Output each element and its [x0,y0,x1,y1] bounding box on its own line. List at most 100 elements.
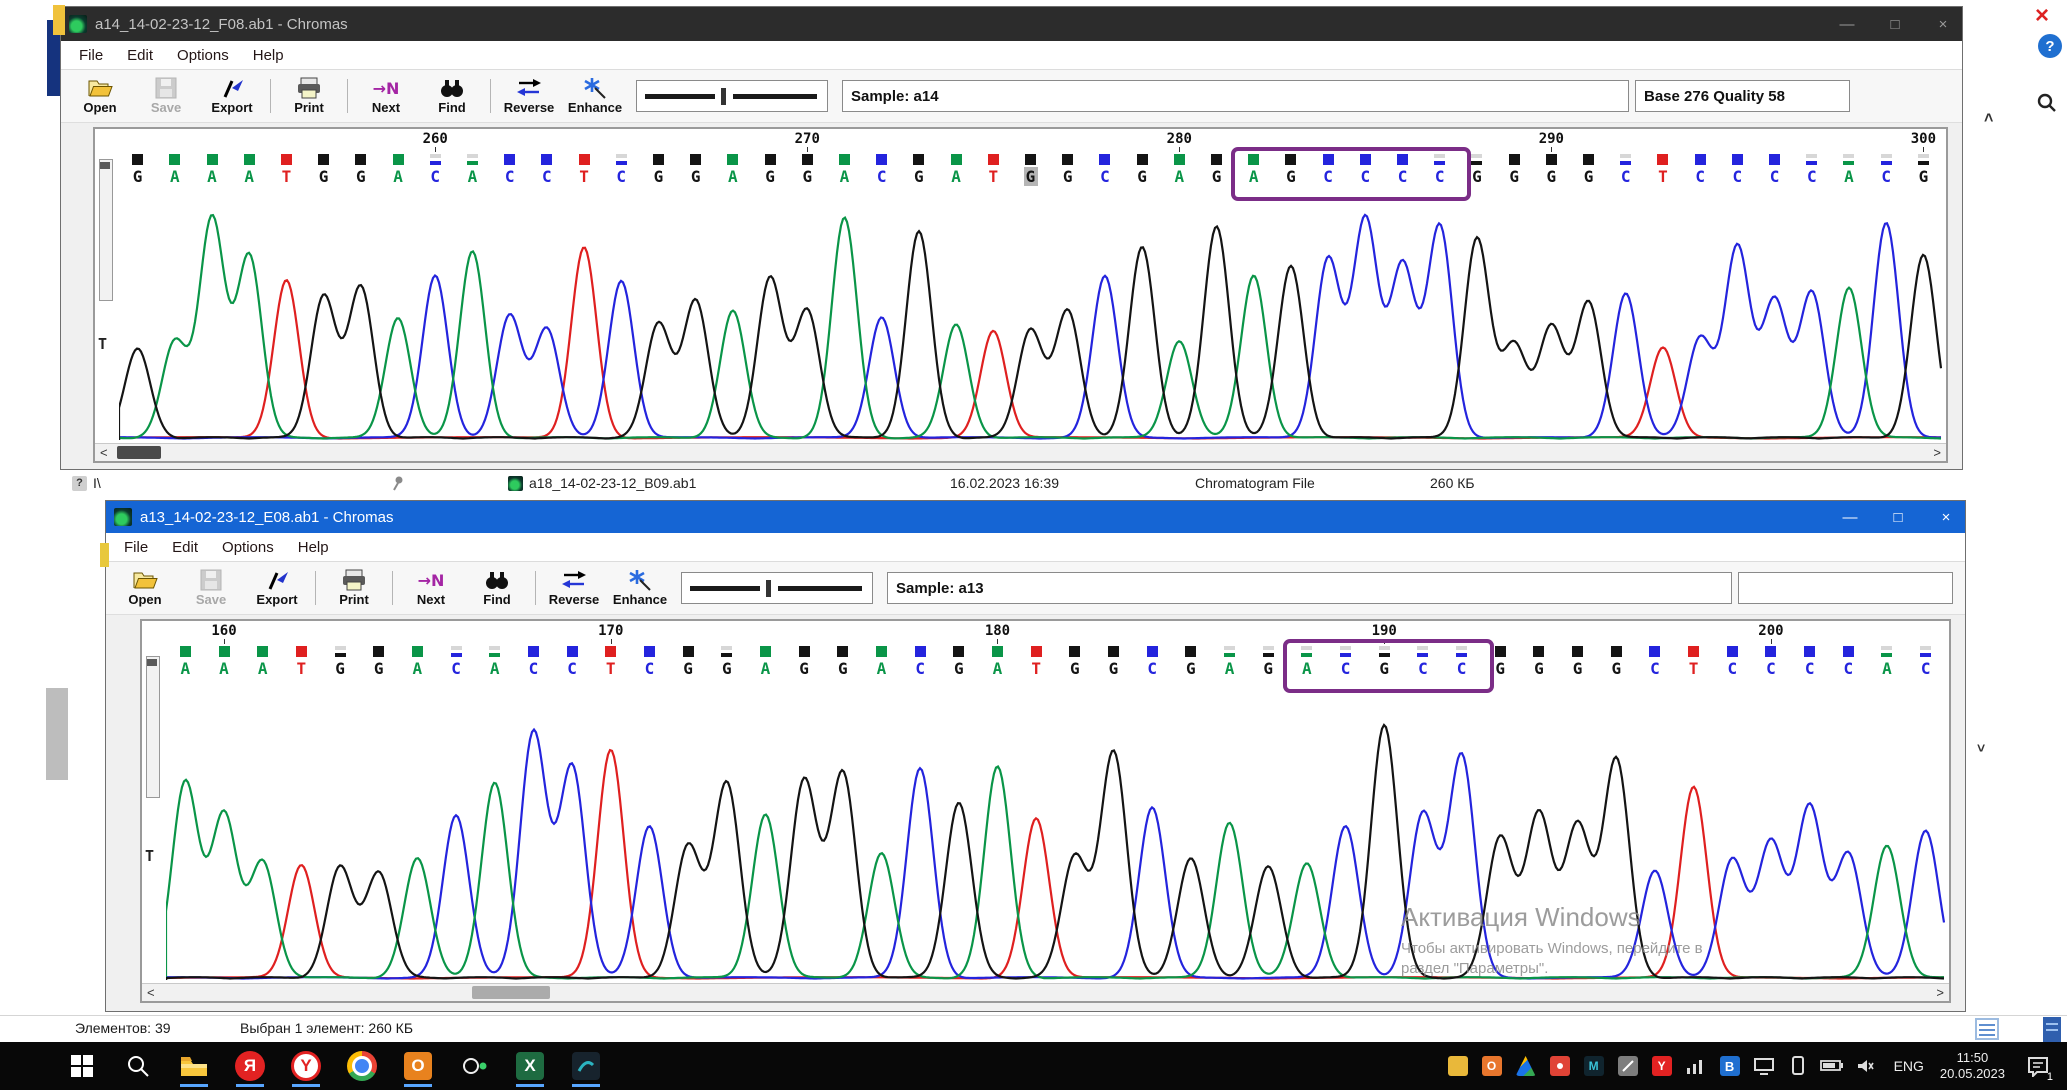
chrome-taskbar-icon[interactable] [340,1044,384,1088]
base-call-197[interactable]: C [1648,659,1662,678]
vertical-scale-slider[interactable] [146,656,160,798]
next-button[interactable]: →NNext [398,565,464,611]
base-call-161[interactable]: A [256,659,270,678]
base-call-254[interactable]: A [205,167,219,186]
find-button[interactable]: Find [464,565,530,611]
volume-tray-icon[interactable] [1854,1054,1878,1078]
print-button[interactable]: Print [321,565,387,611]
menu-edit[interactable]: Edit [115,47,165,64]
base-call-186[interactable]: A [1223,659,1237,678]
base-call-175[interactable]: G [797,659,811,678]
tether-taskbar-icon[interactable] [452,1044,496,1088]
base-call-289[interactable]: G [1507,167,1521,186]
scroll-right-icon[interactable]: > [1936,985,1944,1000]
scrollbar-thumb[interactable] [472,986,550,999]
yandex-browser-taskbar-icon[interactable]: Y [284,1044,328,1088]
save-button[interactable]: Save [133,73,199,119]
close-icon[interactable]: × [1932,16,1954,33]
base-call-183[interactable]: G [1107,659,1121,678]
base-call-180[interactable]: A [990,659,1004,678]
base-call-258[interactable]: G [354,167,368,186]
base-call-275[interactable]: T [986,167,1000,186]
base-call-202[interactable]: C [1841,659,1855,678]
base-call-299[interactable]: C [1879,167,1893,186]
yandex-taskbar-icon[interactable]: Я [228,1044,272,1088]
clock[interactable]: 11:50 20.05.2023 [1940,1050,2005,1083]
vertical-scale-slider[interactable] [99,159,113,301]
base-call-269[interactable]: G [763,167,777,186]
chromatogram-panel[interactable]: T 160170180190200 AAATGGACACCTCGGAGGACGA… [140,619,1951,1003]
base-call-296[interactable]: C [1768,167,1782,186]
base-call-163[interactable]: G [333,659,347,678]
base-call-176[interactable]: G [836,659,850,678]
base-call-174[interactable]: A [758,659,772,678]
base-call-171[interactable]: C [642,659,656,678]
notification-center-icon[interactable]: 1 [2023,1051,2053,1081]
close-icon[interactable]: × [1935,509,1957,526]
minimize-icon[interactable]: — [1836,16,1858,33]
base-call-290[interactable]: G [1544,167,1558,186]
battery-tray-icon[interactable] [1820,1054,1844,1078]
yandex-tray-tray-icon[interactable]: Y [1650,1054,1674,1078]
base-call-165[interactable]: A [410,659,424,678]
base-call-252[interactable]: G [131,167,145,186]
export-button[interactable]: Export [199,73,265,119]
explorer-taskbar-icon[interactable] [172,1044,216,1088]
base-call-257[interactable]: G [317,167,331,186]
base-call-253[interactable]: A [168,167,182,186]
base-call-291[interactable]: G [1582,167,1596,186]
phone-tray-icon[interactable] [1786,1054,1810,1078]
excel-taskbar-icon[interactable]: X [508,1044,552,1088]
menu-edit[interactable]: Edit [160,539,210,556]
minimize-icon[interactable]: — [1839,509,1861,526]
horizontal-scrollbar[interactable]: < > [95,443,1946,461]
bluetooth-tray-icon[interactable]: B [1718,1054,1742,1078]
scroll-left-icon[interactable]: < [147,985,155,1000]
open-button[interactable]: Open [67,73,133,119]
menu-options[interactable]: Options [165,47,241,64]
scroll-down-icon[interactable]: ˅ [1977,740,1985,756]
start-taskbar-icon[interactable] [60,1044,104,1088]
trace-area[interactable] [119,187,1942,443]
base-call-273[interactable]: G [912,167,926,186]
menu-options[interactable]: Options [210,539,286,556]
base-call-256[interactable]: T [279,167,293,186]
list-view-icon[interactable] [1975,1018,1999,1043]
base-call-200[interactable]: C [1764,659,1778,678]
base-call-267[interactable]: G [689,167,703,186]
enhance-button[interactable]: Enhance [562,73,628,119]
base-call-262[interactable]: C [503,167,517,186]
reverse-button[interactable]: Reverse [496,73,562,119]
chromatogram-panel[interactable]: T 260270280290300 GAAATGGACACCTCGGAGGACG… [93,127,1948,463]
base-call-272[interactable]: C [875,167,889,186]
titlebar[interactable]: a13_14-02-23-12_E08.ab1 - Chromas — □ × [106,501,1965,533]
magnifier-icon[interactable] [2036,92,2058,119]
titlebar[interactable]: a14_14-02-23-12_F08.ab1 - Chromas — □ × [61,7,1962,41]
base-call-265[interactable]: C [614,167,628,186]
scroll-left-icon[interactable]: < [100,445,108,460]
base-call-260[interactable]: C [428,167,442,186]
base-call-266[interactable]: G [651,167,665,186]
base-call-195[interactable]: G [1571,659,1585,678]
zoom-slider[interactable] [636,80,828,112]
base-call-298[interactable]: A [1842,167,1856,186]
base-call-178[interactable]: C [913,659,927,678]
base-call-199[interactable]: C [1725,659,1739,678]
base-call-261[interactable]: A [465,167,479,186]
zoom-slider[interactable] [681,572,873,604]
outlook-taskbar-icon[interactable]: O [396,1044,440,1088]
base-call-172[interactable]: G [681,659,695,678]
base-call-193[interactable]: G [1493,659,1507,678]
base-call-293[interactable]: T [1656,167,1670,186]
menu-file[interactable]: File [112,539,160,556]
help-icon[interactable]: ? [2038,34,2062,58]
export-button[interactable]: Export [244,565,310,611]
base-call-277[interactable]: G [1061,167,1075,186]
reverse-button[interactable]: Reverse [541,565,607,611]
menu-help[interactable]: Help [241,47,296,64]
base-call-271[interactable]: A [837,167,851,186]
base-call-255[interactable]: A [242,167,256,186]
screen-connect-taskbar-icon[interactable] [564,1044,608,1088]
save-button[interactable]: Save [178,565,244,611]
enhance-button[interactable]: Enhance [607,565,673,611]
